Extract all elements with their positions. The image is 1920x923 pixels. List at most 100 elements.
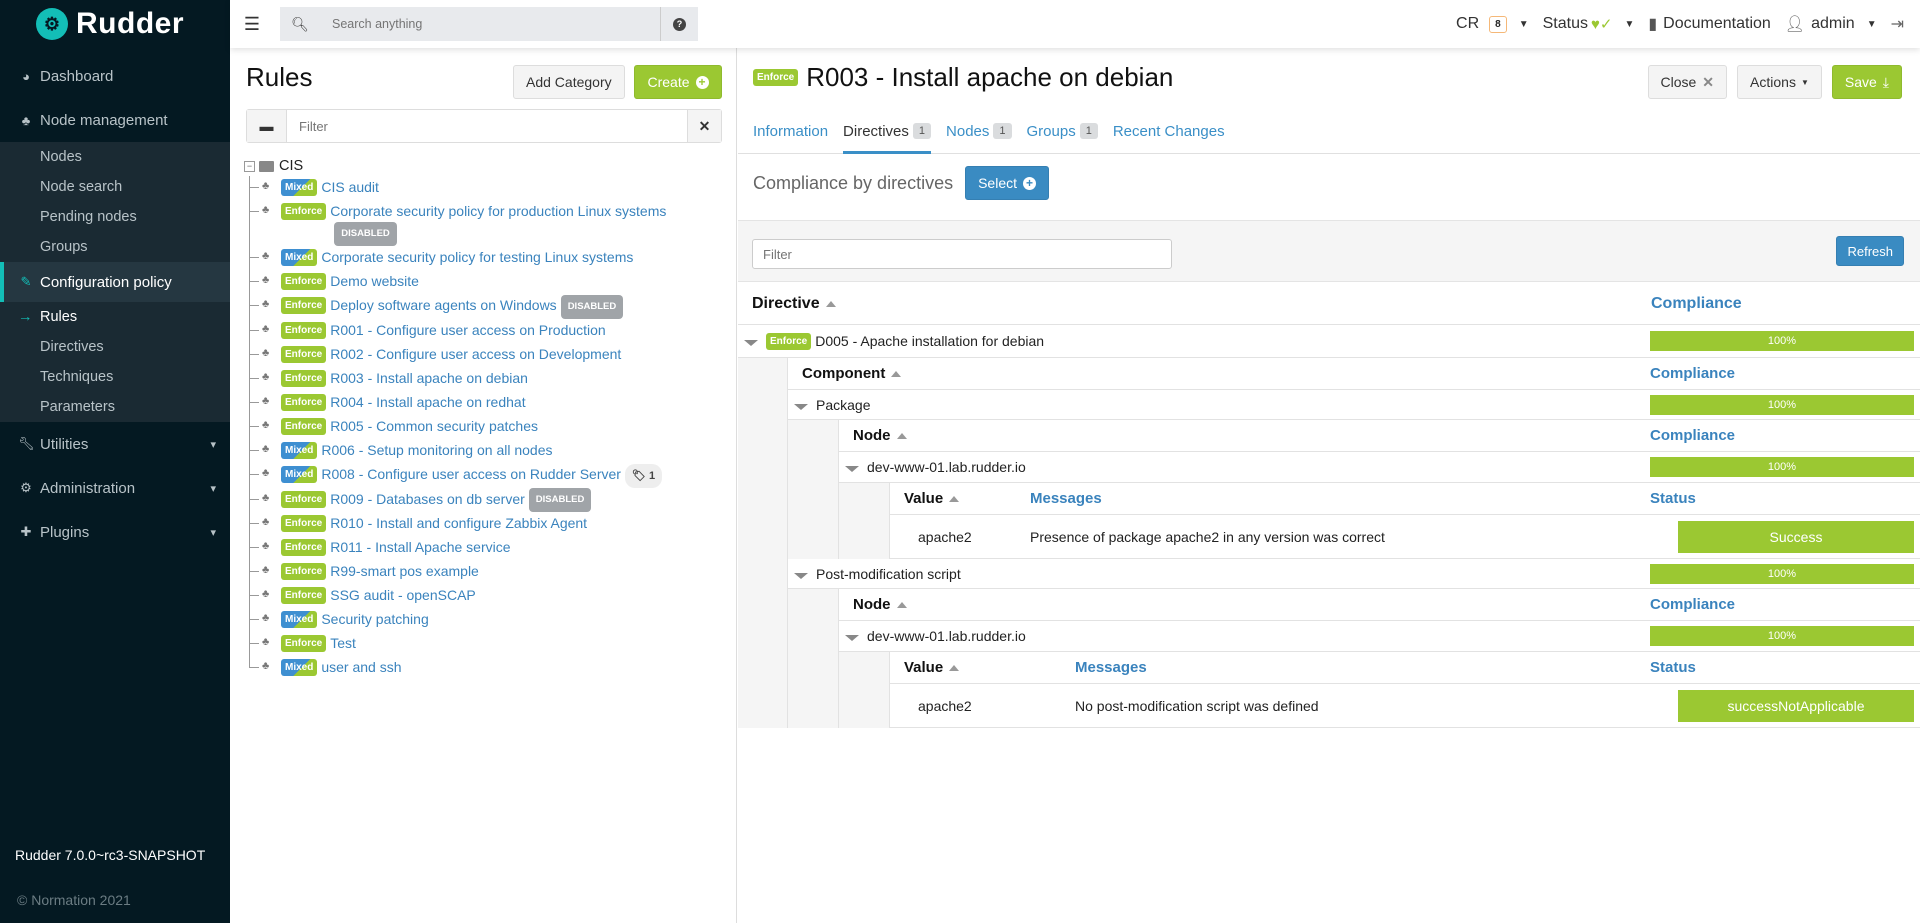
rule-link[interactable]: Corporate security policy for production… [330,200,670,247]
rule-item[interactable]: ♣ Enforce R002 - Configure user access on … [244,342,724,367]
logo[interactable]: ⚙ Rudder [0,0,230,48]
directive-row[interactable]: Enforce D005 - Apache installation for d… [738,325,1920,358]
node-row[interactable]: dev-www-01.lab.rudder.io 100% [839,621,1920,652]
value-column-header[interactable]: Value [904,659,943,676]
rule-item[interactable]: ♣ Mixed R008 - Configure user access on Ru… [244,462,724,488]
status-column-header[interactable]: Status [1650,490,1696,507]
rule-item[interactable]: ♣ Enforce R010 - Install and configure Zab… [244,511,724,536]
save-button[interactable]: Save ⤓ [1831,65,1902,99]
value-column-header[interactable]: Value [904,490,943,507]
sidebar-item-nodes[interactable]: Nodes [0,142,230,172]
change-requests-menu[interactable]: CR 8 ▼ [1456,15,1529,33]
rule-link[interactable]: user and ssh [321,656,401,678]
sidebar-item-directives[interactable]: Directives [0,332,230,362]
tab-information[interactable]: Information [753,120,828,154]
expand-caret-icon[interactable] [794,403,808,410]
select-directives-button[interactable]: Select + [965,166,1050,200]
component-column-header[interactable]: Component [802,365,885,382]
close-button[interactable]: Close ✕ [1647,65,1728,99]
node-column-header[interactable]: Node [853,596,891,613]
sidebar-item-utilities[interactable]: 🔧︎ Utilities ▾ [0,422,230,466]
rule-item[interactable]: ♣ Mixed CIS audit [244,176,724,200]
tab-groups[interactable]: Groups 1 [1027,120,1098,154]
rule-link[interactable]: R006 - Setup monitoring on all nodes [321,439,552,461]
tab-nodes[interactable]: Nodes 1 [946,120,1012,154]
sidebar-item-rules[interactable]: → Rules [0,302,230,332]
add-category-button[interactable]: Add Category [513,65,625,99]
rule-item[interactable]: ♣ Enforce Corporate security policy for pr… [244,200,724,247]
status-column-header[interactable]: Status [1650,659,1696,676]
rules-filter-input[interactable] [287,110,687,142]
compliance-column-header[interactable]: Compliance [1651,295,1742,313]
rule-item[interactable]: ♣ Enforce R011 - Install Apache service [244,535,724,560]
rule-item[interactable]: ♣ Enforce Demo website [244,270,724,295]
expand-caret-icon[interactable] [845,466,859,472]
rule-item[interactable]: ♣ Enforce Test [244,631,724,656]
rule-link[interactable]: R99-smart pos example [330,560,479,582]
logout-button[interactable]: ⇥ [1891,14,1904,34]
component-row[interactable]: Package 100% [788,390,1920,420]
rule-link[interactable]: Deploy software agents on Windows DISABLE… [330,294,624,319]
compliance-filter-input[interactable] [752,239,1172,269]
rule-item[interactable]: ♣ Mixed Security patching [244,607,724,632]
rule-link[interactable]: R004 - Install apache on redhat [330,391,525,413]
rule-link[interactable]: R002 - Configure user access on Developm… [330,343,621,365]
expand-caret-icon[interactable] [794,572,808,579]
expand-caret-icon[interactable] [845,635,859,641]
actions-dropdown[interactable]: Actions ▼ [1737,65,1822,99]
sidebar-item-dashboard[interactable]: ◕ Dashboard [0,54,230,98]
documentation-link[interactable]: ▮ Documentation [1648,14,1770,34]
sidebar-item-pending-nodes[interactable]: Pending nodes [0,202,230,232]
clear-filter-icon[interactable]: ✕ [687,110,721,142]
rule-link[interactable]: R001 - Configure user access on Producti… [330,319,605,341]
rule-item[interactable]: ♣ Mixed user and ssh [244,655,724,680]
rule-link[interactable]: R005 - Common security patches [330,415,538,437]
expand-caret-icon[interactable] [744,340,758,346]
sidebar-item-node-search[interactable]: Node search [0,172,230,202]
messages-column-header[interactable]: Messages [1030,490,1102,507]
component-row[interactable]: Post-modification script 100% [788,559,1920,589]
directive-column-header[interactable]: Directive [752,295,820,313]
rule-link[interactable]: Security patching [321,608,428,630]
category-cis[interactable]: − CIS [244,156,724,176]
rule-link[interactable]: SSG audit - openSCAP [330,584,476,606]
rule-item[interactable]: ♣ Enforce R003 - Install apache on debian [244,366,724,391]
create-rule-button[interactable]: Create + [634,65,722,99]
rule-item[interactable]: ♣ Mixed Corporate security policy for test… [244,246,724,271]
sidebar-item-techniques[interactable]: Techniques [0,362,230,392]
rule-item[interactable]: ♣ Enforce R004 - Install apache on redhat [244,390,724,415]
node-column-header[interactable]: Node [853,427,891,444]
messages-column-header[interactable]: Messages [1075,659,1147,676]
rule-item[interactable]: ♣ Enforce R005 - Common security patches [244,414,724,439]
search-input[interactable] [320,7,660,41]
tab-directives[interactable]: Directives 1 [843,120,932,154]
compliance-column-header[interactable]: Compliance [1650,596,1735,613]
user-menu[interactable]: 👤︎ admin ▼ [1785,14,1877,34]
sidebar-item-groups[interactable]: Groups [0,232,230,262]
rule-item[interactable]: ♣ Enforce R99-smart pos example [244,559,724,584]
sidebar-item-plugins[interactable]: ✚ Plugins ▾ [0,510,230,554]
rule-item[interactable]: ♣ Mixed R006 - Setup monitoring on all nod… [244,438,724,463]
tags-badge[interactable]: 🏷︎ 1 [624,463,663,488]
rule-item[interactable]: ♣ Enforce SSG audit - openSCAP [244,583,724,608]
rule-link[interactable]: R011 - Install Apache service [330,536,510,558]
rule-link[interactable]: R009 - Databases on db server DISABLED [330,487,592,512]
node-row[interactable]: dev-www-01.lab.rudder.io 100% [839,452,1920,483]
rule-link[interactable]: R010 - Install and configure Zabbix Agen… [330,512,587,534]
collapse-icon[interactable]: − [244,160,255,172]
compliance-column-header[interactable]: Compliance [1650,427,1735,444]
sidebar-item-parameters[interactable]: Parameters [0,392,230,422]
rule-link[interactable]: R008 - Configure user access on Rudder S… [321,463,663,488]
menu-toggle-icon[interactable]: ☰ [232,14,272,35]
status-menu[interactable]: Status ♥✓ ▼ [1543,15,1635,33]
sidebar-item-configuration-policy[interactable]: ✎ Configuration policy [0,262,230,302]
compliance-column-header[interactable]: Compliance [1650,365,1735,382]
sidebar-item-administration[interactable]: ⚙ Administration ▾ [0,466,230,510]
rule-item[interactable]: ♣ Enforce R001 - Configure user access on … [244,318,724,343]
rule-link[interactable]: Test [330,632,356,654]
rule-item[interactable]: ♣ Enforce R009 - Databases on db server DIS… [244,487,724,513]
rule-item[interactable]: ♣ Enforce Deploy software agents on Window… [244,294,724,319]
tab-recent-changes[interactable]: Recent Changes [1113,120,1225,154]
rule-link[interactable]: Demo website [330,270,419,292]
rule-link[interactable]: R003 - Install apache on debian [330,367,528,389]
